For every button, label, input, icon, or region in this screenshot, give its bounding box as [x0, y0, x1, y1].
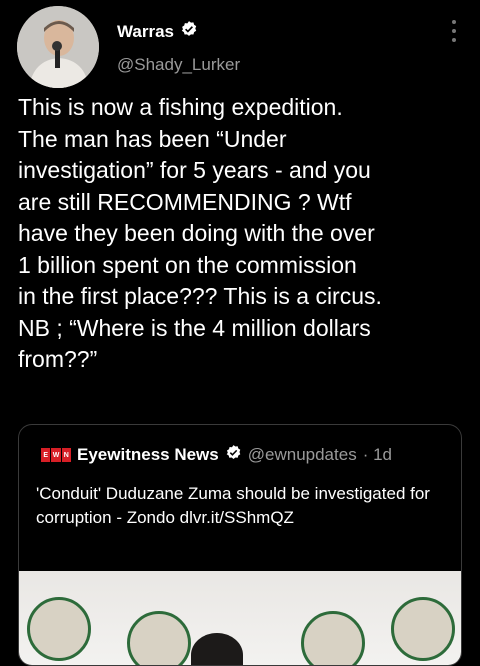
quoted-timestamp: · 1d	[362, 445, 392, 464]
author-name[interactable]: Warras	[117, 22, 174, 42]
person-head	[191, 633, 243, 665]
quoted-tweet-text: 'Conduit' Duduzane Zuma should be invest…	[36, 484, 430, 527]
verified-badge-icon	[180, 20, 198, 43]
ewn-logo-icon: EWN	[41, 448, 71, 462]
quoted-author-handle: @ewnupdates	[247, 445, 357, 464]
quoted-tweet[interactable]: EWN Eyewitness News @ewnupdates · 1d 'Co…	[18, 424, 462, 666]
quoted-author-name: Eyewitness News	[77, 445, 219, 464]
seal-icon	[27, 597, 91, 661]
author-handle[interactable]: @Shady_Lurker	[117, 55, 240, 75]
seal-icon	[391, 597, 455, 661]
quoted-tweet-image[interactable]	[19, 571, 461, 665]
verified-badge-icon	[225, 444, 242, 466]
seal-icon	[127, 611, 191, 665]
more-options-icon[interactable]	[450, 20, 458, 42]
avatar[interactable]	[17, 6, 99, 88]
tweet-text: This is now a fishing expedition. The ma…	[18, 94, 382, 372]
seal-icon	[301, 611, 365, 665]
